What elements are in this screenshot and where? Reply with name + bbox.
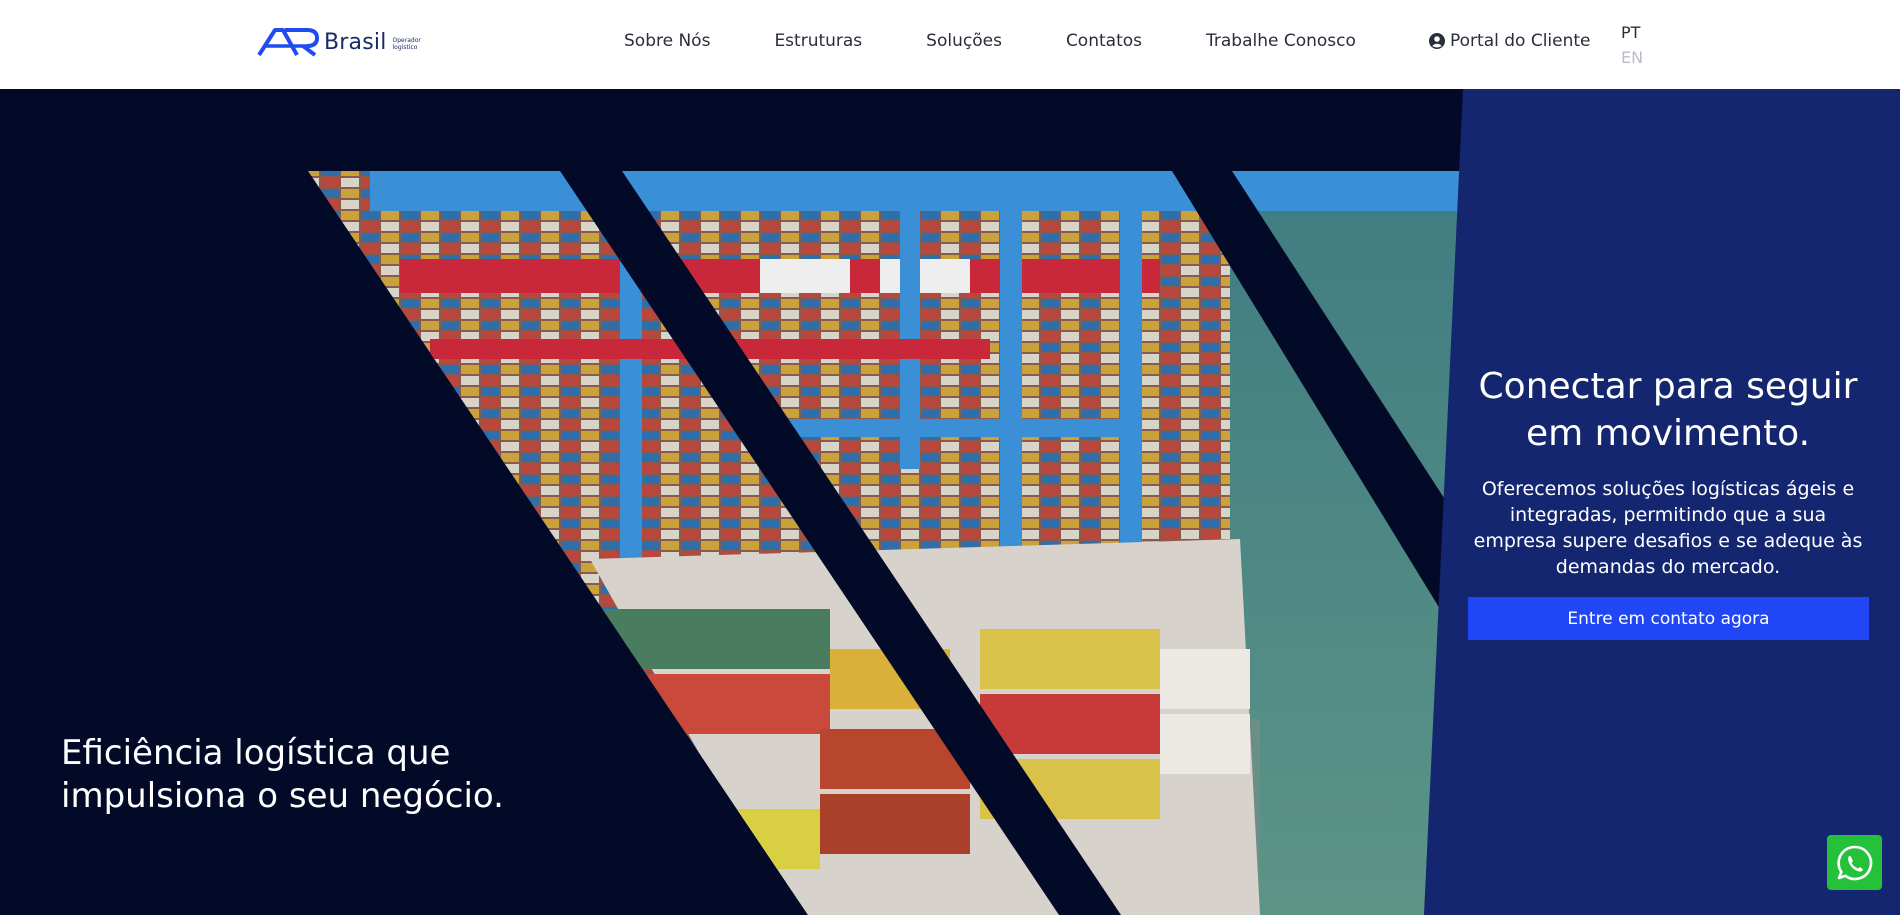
hero-side-title: Conectar para seguir em movimento. <box>1468 363 1868 457</box>
hero-side-title-line2: em movimento. <box>1525 413 1811 454</box>
ar-logo-icon <box>257 28 319 57</box>
language-pt[interactable]: PT <box>1621 20 1643 45</box>
hero-section: Conectar para seguir em movimento. Ofere… <box>0 89 1900 915</box>
hero-tagline-line2: impulsiona o seu negócio. <box>61 776 504 816</box>
user-circle-icon <box>1429 33 1445 49</box>
nav-item-contatos[interactable]: Contatos <box>1066 31 1142 51</box>
hero-tagline: Eficiência logística que impulsiona o se… <box>61 732 581 818</box>
nav-item-solucoes[interactable]: Soluções <box>926 31 1002 51</box>
contact-now-button[interactable]: Entre em contato agora <box>1468 597 1869 640</box>
hero-tagline-line1: Eficiência logística que <box>61 733 451 773</box>
site-header: Brasil Operador logístico Sobre Nós Estr… <box>0 0 1900 89</box>
hero-side-description: Oferecemos soluções logísticas ágeis e i… <box>1473 478 1863 578</box>
site-logo[interactable]: Brasil Operador logístico <box>257 27 421 57</box>
main-nav: Sobre Nós Estruturas Soluções Contatos T… <box>624 31 1420 51</box>
nav-item-estruturas[interactable]: Estruturas <box>774 31 862 51</box>
logo-brand-text: Brasil <box>324 29 387 55</box>
client-portal-link[interactable]: Portal do Cliente <box>1429 31 1591 51</box>
nav-item-trabalhe-conosco[interactable]: Trabalhe Conosco <box>1206 31 1356 51</box>
whatsapp-button[interactable] <box>1827 835 1882 890</box>
logo-subtitle: Operador logístico <box>393 37 421 51</box>
whatsapp-icon <box>1836 845 1872 880</box>
logo-subtitle-line1: Operador <box>392 36 421 44</box>
nav-item-sobre-nos[interactable]: Sobre Nós <box>624 31 710 51</box>
hero-side-title-line1: Conectar para seguir <box>1478 366 1858 407</box>
language-en[interactable]: EN <box>1621 45 1643 70</box>
client-portal-label: Portal do Cliente <box>1450 31 1591 51</box>
logo-subtitle-line2: logístico <box>392 43 418 51</box>
language-switcher: PT EN <box>1621 20 1643 70</box>
